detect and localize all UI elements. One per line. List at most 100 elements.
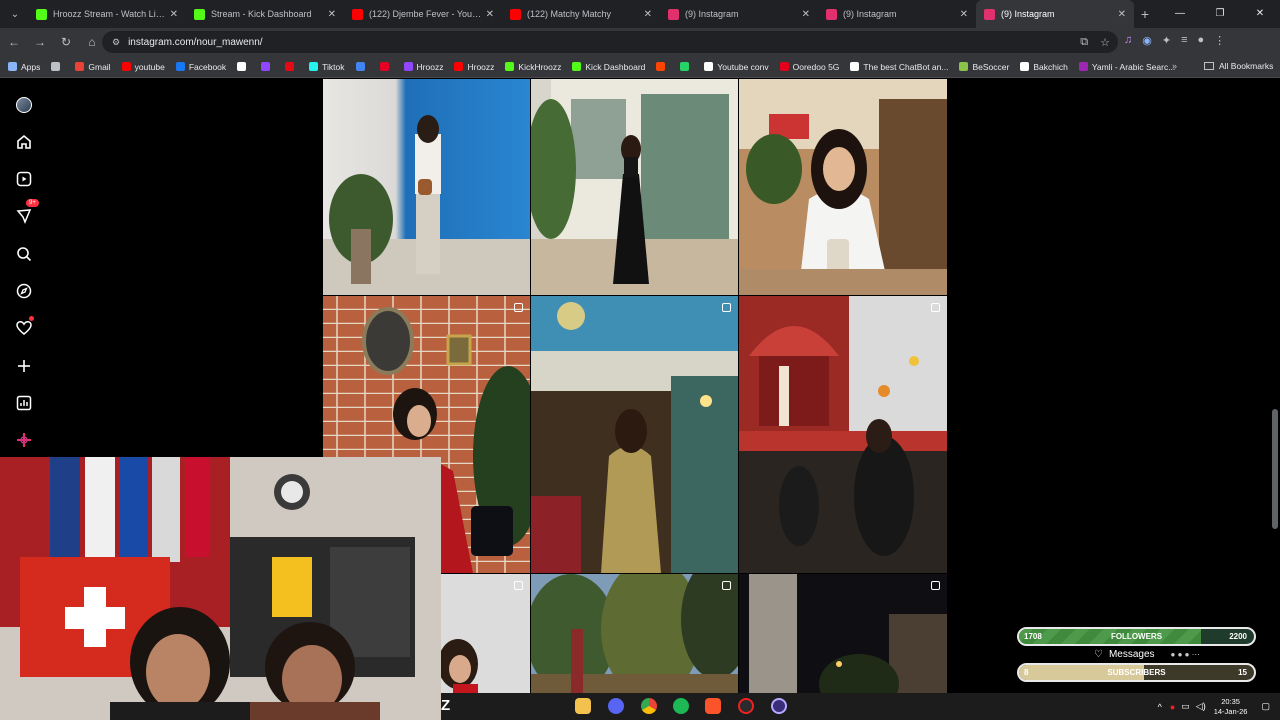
create-icon[interactable]: [14, 356, 34, 376]
tab-title: Hroozz Stream - Watch Live on: [53, 9, 166, 19]
address-bar[interactable]: ⚙ instagram.com/nour_mawenn/ ⧉ ☆: [102, 31, 1118, 53]
bookmark-favicon-icon: [285, 62, 295, 71]
streamlabs-icon[interactable]: [771, 698, 787, 714]
restore-icon[interactable]: ❐: [1200, 0, 1240, 28]
bookmark-item[interactable]: The best ChatBot an...: [850, 62, 948, 72]
taskbar-clock[interactable]: 20:35 14-Jan-26: [1214, 697, 1248, 717]
browser-tab[interactable]: (122) Djembe Fever - YouTu ✕: [344, 0, 502, 28]
bookmark-item[interactable]: Ooredoo 5G: [779, 62, 839, 72]
tab-close-icon[interactable]: ✕: [1118, 9, 1126, 20]
bookmark-item[interactable]: [355, 62, 369, 71]
folder-icon: [1204, 62, 1214, 70]
bookmark-item[interactable]: Apps: [8, 62, 40, 72]
youtube-icon: [510, 8, 521, 20]
reels-icon[interactable]: [14, 169, 34, 189]
media-controls-icon[interactable]: ≡: [1181, 34, 1187, 47]
page-scrollbar[interactable]: [1272, 409, 1278, 529]
carousel-icon: [514, 581, 523, 590]
bookmarks-overflow-icon[interactable]: »: [1172, 61, 1177, 71]
volume-icon[interactable]: ◁): [1196, 701, 1206, 712]
install-app-icon[interactable]: ⧉: [1080, 36, 1088, 49]
network-icon[interactable]: ▭: [1181, 701, 1190, 712]
tab-close-icon[interactable]: ✕: [960, 9, 968, 20]
back-icon[interactable]: ←: [2, 35, 26, 49]
bookmark-item[interactable]: [237, 62, 250, 71]
minimize-icon[interactable]: —: [1160, 0, 1200, 28]
bookmark-item[interactable]: Kick Dashboard: [572, 62, 645, 72]
new-tab-button[interactable]: +: [1134, 6, 1156, 22]
menu-kebab-icon[interactable]: ⋮: [1214, 34, 1225, 47]
notifications-heart-icon[interactable]: [14, 316, 34, 338]
all-bookmarks-button[interactable]: All Bookmarks: [1204, 61, 1273, 71]
bookmark-item[interactable]: Facebook: [175, 62, 226, 72]
post-tile[interactable]: [323, 79, 530, 295]
bookmark-item[interactable]: Gmail: [75, 62, 111, 72]
carousel-icon: [514, 303, 523, 312]
audio-extension-icon[interactable]: ◉: [1142, 34, 1152, 47]
bookmark-item[interactable]: [656, 62, 669, 71]
browser-tab[interactable]: (122) Matchy Matchy ✕: [502, 0, 660, 28]
profile-icon[interactable]: ●: [1198, 34, 1205, 47]
tab-close-icon[interactable]: ✕: [802, 9, 810, 20]
tab-title: (9) Instagram: [843, 9, 897, 19]
bookmark-favicon-icon: [51, 62, 61, 71]
browser-tab[interactable]: (9) Instagram ✕: [660, 0, 818, 28]
browser-tab[interactable]: Stream - Kick Dashboard ✕: [186, 0, 344, 28]
bookmark-item[interactable]: Bakchich: [1020, 62, 1068, 72]
extensions-puzzle-icon[interactable]: ✦: [1162, 34, 1171, 47]
tab-close-icon[interactable]: ✕: [170, 9, 178, 20]
reload-icon[interactable]: ↻: [54, 35, 78, 49]
post-tile[interactable]: [531, 296, 738, 573]
meta-ai-icon[interactable]: [14, 430, 34, 450]
bookmark-item[interactable]: Hroozz: [403, 62, 443, 72]
browser-tab[interactable]: (9) Instagram ✕: [818, 0, 976, 28]
file-explorer-icon[interactable]: [575, 698, 591, 714]
bookmark-item[interactable]: Youtube conv: [704, 62, 769, 72]
bookmark-item[interactable]: [379, 62, 393, 71]
bookmark-item[interactable]: KickHroozz: [505, 62, 561, 72]
bookmark-label: Hroozz: [467, 61, 495, 72]
site-info-icon[interactable]: ⚙: [112, 37, 120, 48]
bookmark-item[interactable]: [51, 62, 64, 71]
search-icon[interactable]: [14, 244, 34, 264]
tray-app-icon[interactable]: ●: [1170, 702, 1175, 712]
bookmark-item[interactable]: BeSoccer: [959, 62, 1009, 72]
post-tile[interactable]: [531, 79, 738, 295]
obs-icon[interactable]: [738, 698, 754, 714]
tab-close-icon[interactable]: ✕: [486, 9, 494, 20]
browser-tab[interactable]: Hroozz Stream - Watch Live on ✕: [28, 0, 186, 28]
media-extension-icon[interactable]: ♫: [1124, 34, 1132, 47]
tab-search-icon[interactable]: ⌄: [4, 3, 26, 25]
home-icon[interactable]: [14, 132, 34, 152]
bookmark-item[interactable]: Hroozz: [454, 62, 494, 72]
bookmark-star-icon[interactable]: ☆: [1100, 36, 1110, 49]
bookmark-item[interactable]: youtube: [121, 62, 165, 72]
messages-label: Messages: [1108, 648, 1155, 660]
home-icon[interactable]: ⌂: [80, 35, 104, 49]
bookmark-item[interactable]: [680, 62, 693, 71]
bookmark-item[interactable]: Yamli - Arabic Searc...: [1078, 62, 1175, 72]
forward-icon[interactable]: →: [28, 35, 52, 49]
chrome-icon[interactable]: [641, 698, 657, 714]
discord-icon[interactable]: [608, 698, 624, 714]
post-tile[interactable]: [739, 296, 947, 573]
bookmark-item[interactable]: [285, 62, 298, 71]
browser-tab[interactable]: (9) Instagram ✕: [976, 0, 1134, 28]
tab-close-icon[interactable]: ✕: [644, 9, 652, 20]
subscribers-goal-bar: 8 SUBSCRIBERS 15: [1017, 663, 1256, 682]
dashboard-icon[interactable]: [14, 393, 34, 413]
brave-icon[interactable]: [705, 698, 721, 714]
notification-center-icon[interactable]: ▢: [1261, 701, 1270, 712]
explore-icon[interactable]: [14, 281, 34, 301]
profile-avatar-icon[interactable]: [14, 95, 34, 115]
post-tile[interactable]: [739, 79, 947, 295]
tab-close-icon[interactable]: ✕: [328, 9, 336, 20]
messages-icon[interactable]: 9+: [14, 199, 39, 226]
bookmark-item[interactable]: [261, 62, 274, 71]
kick-icon: [36, 8, 47, 20]
close-window-icon[interactable]: ✕: [1240, 0, 1280, 28]
system-tray: ^ ● ▭ ◁) 20:35 14-Jan-26 ▢: [1158, 693, 1280, 720]
bookmark-item[interactable]: Tiktok: [309, 62, 345, 72]
tray-chevron-icon[interactable]: ^: [1158, 702, 1162, 712]
spotify-icon[interactable]: [673, 698, 689, 714]
